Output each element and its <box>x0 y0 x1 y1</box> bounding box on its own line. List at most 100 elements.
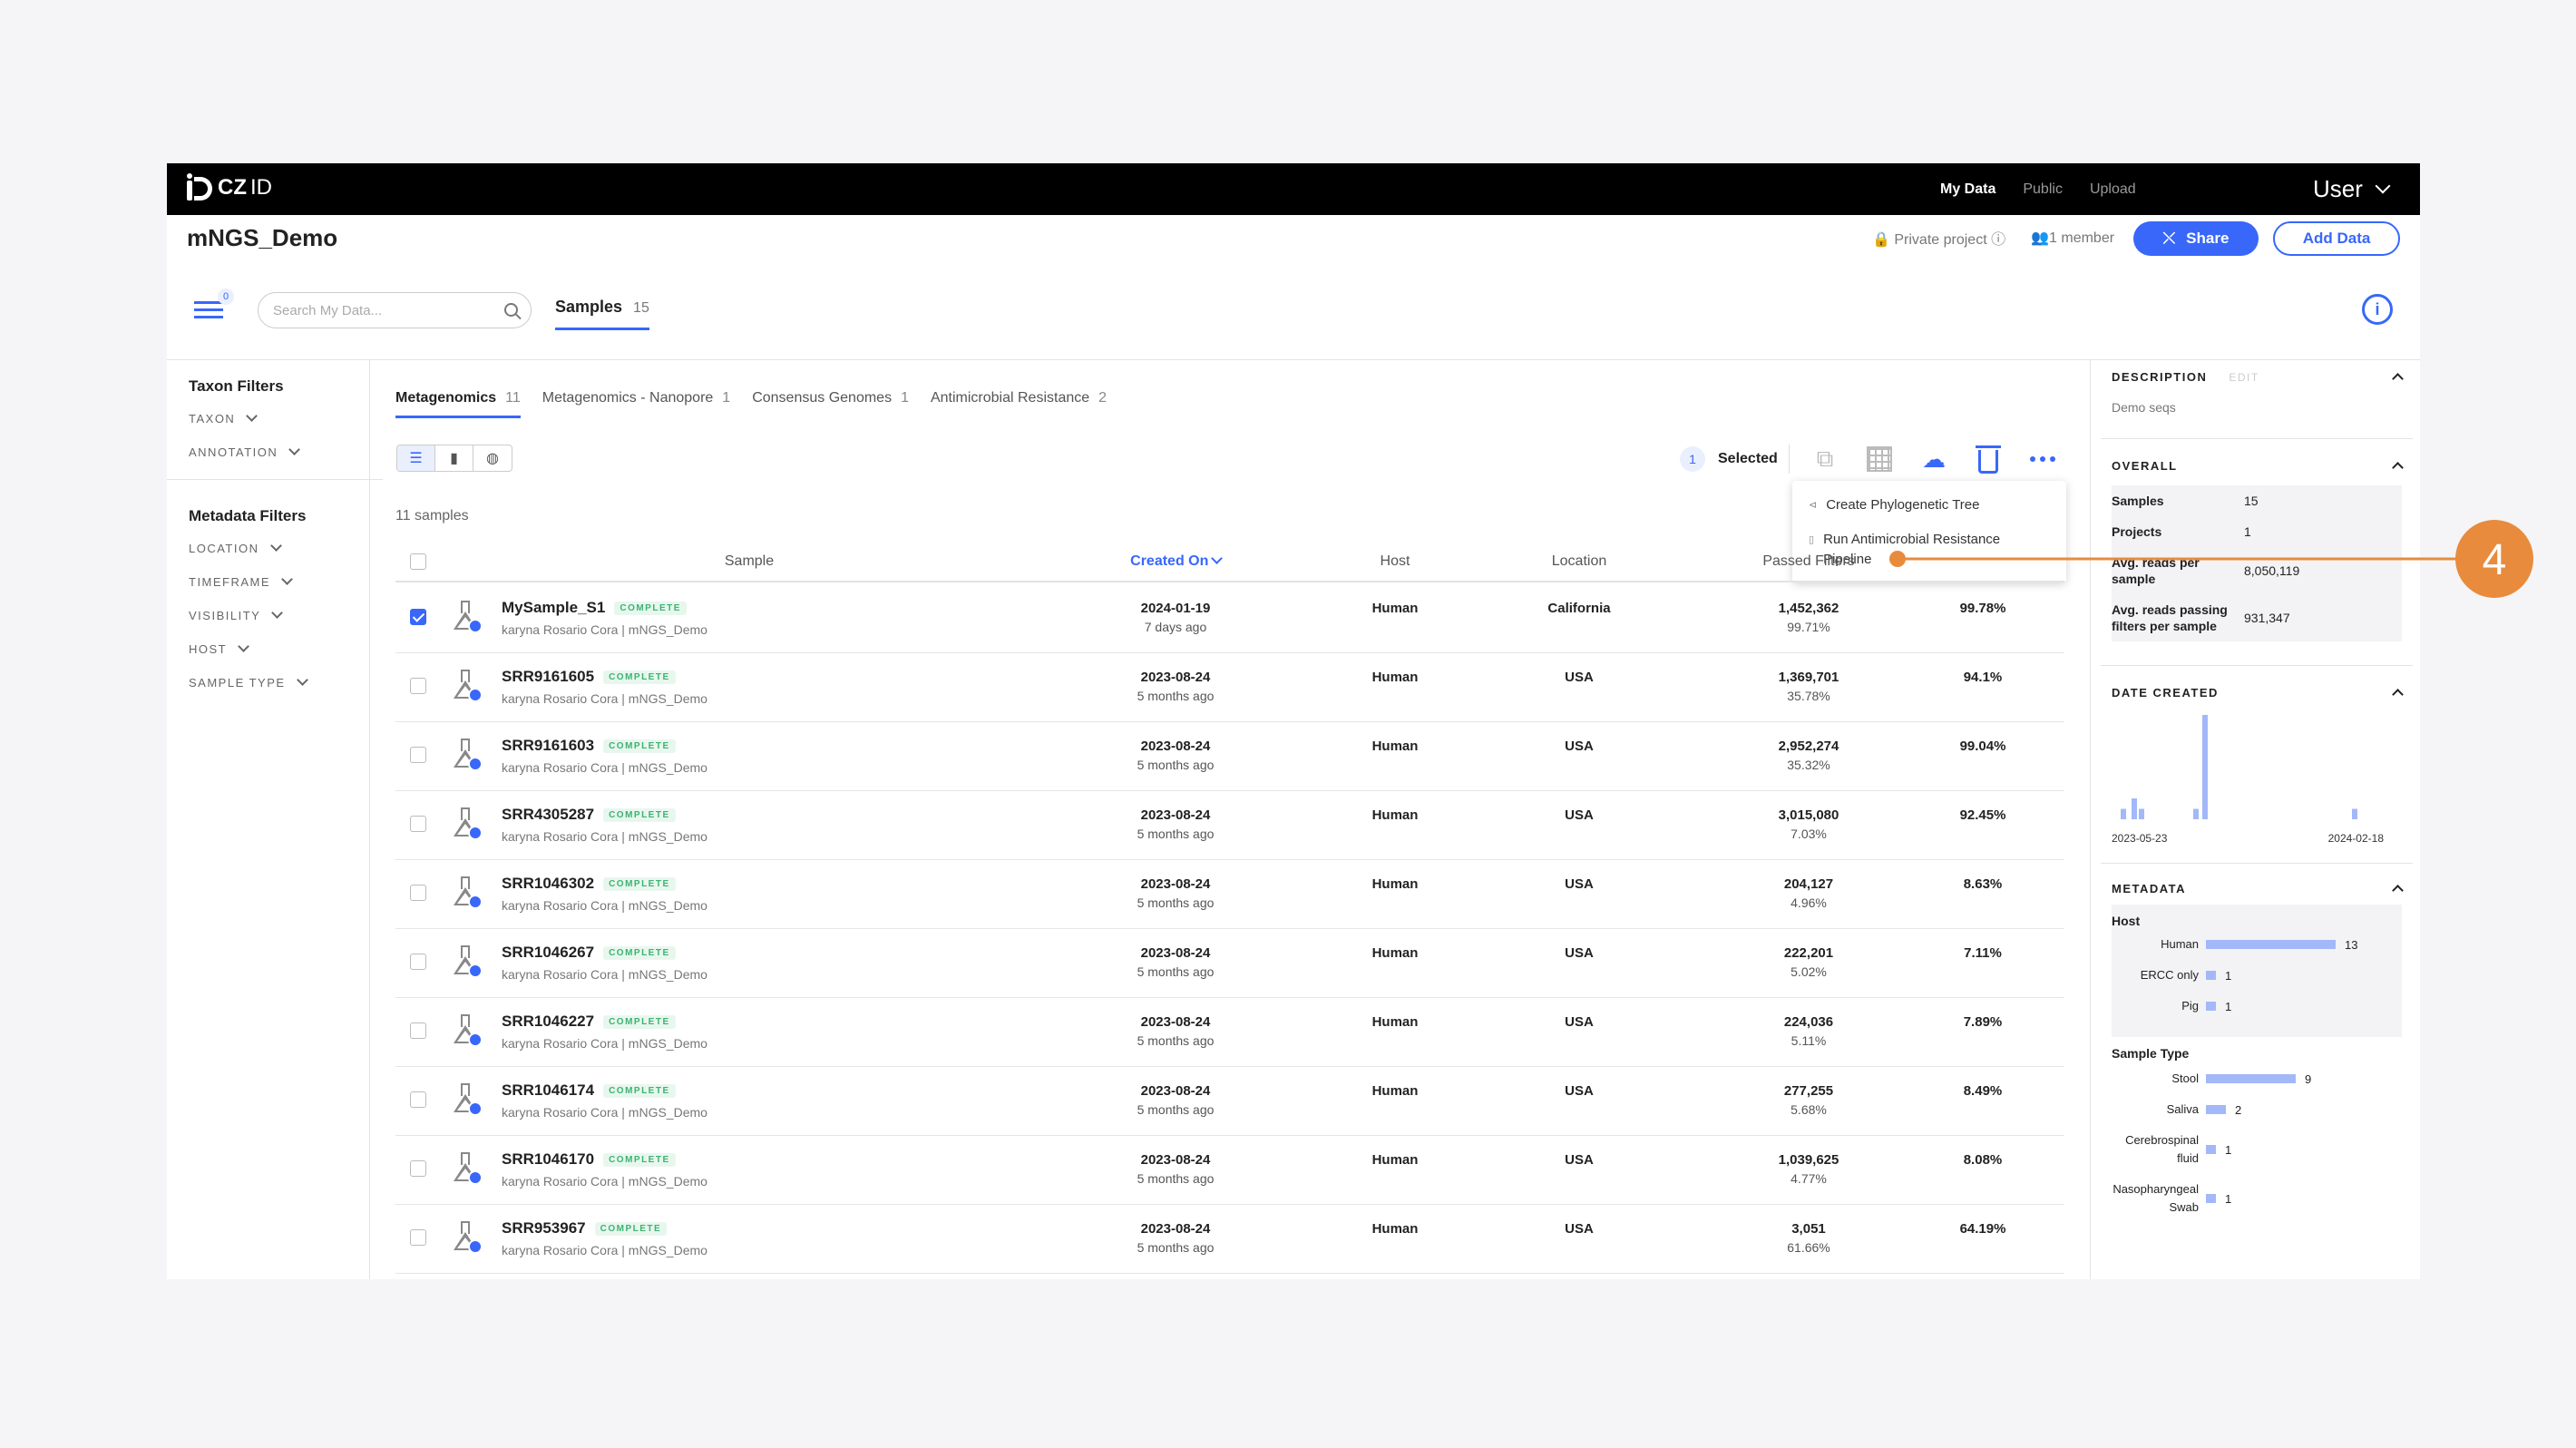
row-checkbox[interactable] <box>410 609 426 625</box>
sample-name[interactable]: SRR4305287 COMPLETE <box>502 806 676 824</box>
sample-table-rows: MySample_S1 COMPLETE karyna Rosario Cora |… <box>395 584 2064 1274</box>
row-checkbox[interactable] <box>410 816 426 832</box>
tab-samples[interactable]: Samples 15 <box>555 298 649 330</box>
heatmap-button[interactable] <box>1865 445 1894 474</box>
tab-antimicrobial-resistance[interactable]: Antimicrobial Resistance 2 <box>931 390 1107 418</box>
compare-icon[interactable]: ⧉ <box>1810 445 1839 474</box>
histogram-bar[interactable] <box>2352 808 2357 820</box>
histogram-bar[interactable] <box>2132 798 2137 819</box>
metadata-bar-row[interactable]: Human 13 <box>2112 935 2402 954</box>
metadata-section-header[interactable]: METADATA <box>2112 882 2404 896</box>
table-row[interactable]: SRR1046170 COMPLETE karyna Rosario Cora | … <box>395 1136 2064 1205</box>
bar-label: Human <box>2161 937 2199 951</box>
info-panel-toggle-icon[interactable]: i <box>2362 294 2393 325</box>
tab-metagenomics-nanopore[interactable]: Metagenomics - Nanopore 1 <box>542 390 730 418</box>
bar-chart-view-icon[interactable]: ▮ <box>435 445 473 471</box>
nav-public[interactable]: Public <box>2023 181 2063 198</box>
divider <box>167 359 2420 360</box>
table-row[interactable]: SRR953967 COMPLETE karyna Rosario Cora | m… <box>395 1205 2064 1274</box>
chevron-up-icon <box>2392 689 2404 700</box>
delete-button[interactable] <box>1974 445 2003 474</box>
sample-name[interactable]: SRR9161603 COMPLETE <box>502 737 676 755</box>
menu-item-create-phylogenetic-tree[interactable]: ⊲ Create Phylogenetic Tree <box>1809 495 2050 515</box>
sample-name[interactable]: SRR1046174 COMPLETE <box>502 1081 676 1100</box>
table-row[interactable]: SRR1046267 COMPLETE karyna Rosario Cora | … <box>395 929 2064 998</box>
table-row[interactable]: SRR1046302 COMPLETE karyna Rosario Cora | … <box>395 860 2064 929</box>
table-row[interactable]: SRR4305287 COMPLETE karyna Rosario Cora | … <box>395 791 2064 860</box>
selection-indicator: 1 Selected <box>1680 446 1778 472</box>
filter-taxon[interactable]: TAXON <box>189 410 361 426</box>
sample-name[interactable]: SRR9161605 COMPLETE <box>502 668 676 686</box>
metadata-bar-row[interactable]: Stool 9 <box>2112 1070 2402 1088</box>
row-checkbox[interactable] <box>410 954 426 970</box>
lock-icon <box>468 1101 483 1116</box>
filter-location[interactable]: LOCATION <box>189 540 361 555</box>
row-checkbox[interactable] <box>410 1022 426 1039</box>
table-row[interactable]: SRR9161605 COMPLETE karyna Rosario Cora | … <box>395 653 2064 722</box>
description-section-header[interactable]: DESCRIPTION EDIT <box>2112 370 2404 385</box>
tab-consensus-genomes[interactable]: Consensus Genomes 1 <box>752 390 909 418</box>
more-actions-button[interactable] <box>2028 445 2057 474</box>
metadata-bar-row[interactable]: Cerebrospinal fluid 1 <box>2112 1131 2402 1168</box>
table-row[interactable]: SRR1046174 COMPLETE karyna Rosario Cora | … <box>395 1067 2064 1136</box>
column-header-created-on[interactable]: Created On <box>1094 553 1257 570</box>
metadata-bar-row[interactable]: Saliva 2 <box>2112 1101 2402 1119</box>
row-checkbox[interactable] <box>410 885 426 901</box>
metric-cell: 7.11% <box>1964 945 2002 961</box>
sample-name[interactable]: SRR1046227 COMPLETE <box>502 1013 676 1031</box>
privacy-status[interactable]: 🔒 Private project ⓘ <box>1872 227 2005 249</box>
table-row[interactable]: MySample_S1 COMPLETE karyna Rosario Cora |… <box>395 584 2064 653</box>
row-checkbox[interactable] <box>410 1229 426 1246</box>
table-row[interactable]: SRR9161603 COMPLETE karyna Rosario Cora | … <box>395 722 2064 791</box>
row-checkbox[interactable] <box>410 1091 426 1108</box>
histogram-bar[interactable] <box>2121 808 2126 820</box>
members-link[interactable]: 👥1 member <box>2031 229 2114 247</box>
filter-annotation[interactable]: ANNOTATION <box>189 444 361 459</box>
date-created-section-header[interactable]: DATE CREATED <box>2112 686 2404 700</box>
add-data-button[interactable]: Add Data <box>2273 221 2400 256</box>
metadata-bar-row[interactable]: Nasopharyngeal Swab 1 <box>2112 1180 2402 1217</box>
tab-metagenomics[interactable]: Metagenomics 11 <box>395 390 521 418</box>
nav-upload[interactable]: Upload <box>2090 181 2136 198</box>
histogram-bar[interactable] <box>2193 808 2199 820</box>
row-checkbox[interactable] <box>410 747 426 763</box>
passed-filters-cell: 2,952,274 35.32% <box>1778 739 1839 772</box>
sample-name[interactable]: MySample_S1 COMPLETE <box>502 599 687 617</box>
histogram-bar[interactable] <box>2139 808 2144 820</box>
bar-value: 9 <box>2305 1071 2312 1086</box>
search-input[interactable]: Search My Data... <box>258 292 532 328</box>
overall-section-header[interactable]: OVERALL <box>2112 459 2404 474</box>
lock-icon <box>468 1239 483 1254</box>
row-checkbox[interactable] <box>410 678 426 694</box>
column-header-sample[interactable]: Sample <box>668 553 831 570</box>
sample-name[interactable]: SRR1046267 COMPLETE <box>502 944 676 962</box>
sample-name[interactable]: SRR1046170 COMPLETE <box>502 1150 676 1169</box>
download-cloud-icon[interactable]: ☁ <box>1919 445 1948 474</box>
flask-icon <box>452 599 483 635</box>
app-window: CZ ID My Data Public Upload User mNGS_Dem… <box>167 163 2420 1279</box>
filter-host[interactable]: HOST <box>189 641 361 656</box>
select-all-checkbox[interactable] <box>410 553 426 570</box>
column-header-passed-filters[interactable]: Passed Filters <box>1718 553 1899 570</box>
filter-timeframe[interactable]: TIMEFRAME <box>189 573 361 589</box>
logo[interactable]: CZ ID <box>187 173 272 202</box>
metadata-bar-row[interactable]: Pig 1 <box>2112 997 2402 1015</box>
sample-name[interactable]: SRR953967 COMPLETE <box>502 1219 668 1238</box>
row-checkbox[interactable] <box>410 1160 426 1177</box>
sample-name[interactable]: SRR1046302 COMPLETE <box>502 875 676 893</box>
created-on-cell: 2023-08-24 5 months ago <box>1137 945 1215 979</box>
list-view-icon[interactable]: ☰ <box>397 445 435 471</box>
column-header-host[interactable]: Host <box>1304 553 1486 570</box>
edit-description-link[interactable]: EDIT <box>2229 371 2259 384</box>
filter-visibility[interactable]: VISIBILITY <box>189 607 361 622</box>
nav-my-data[interactable]: My Data <box>1940 181 1995 198</box>
metadata-bar-row[interactable]: ERCC only 1 <box>2112 966 2402 984</box>
table-row[interactable]: SRR1046227 COMPLETE karyna Rosario Cora | … <box>395 998 2064 1067</box>
histogram-bar[interactable] <box>2202 715 2208 819</box>
globe-view-icon[interactable]: ◍ <box>473 445 512 471</box>
filter-sample-type[interactable]: SAMPLE TYPE <box>189 674 361 690</box>
column-header-location[interactable]: Location <box>1488 553 1670 570</box>
filter-toggle-button[interactable]: 0 <box>194 289 234 325</box>
user-menu[interactable]: User <box>2313 175 2391 203</box>
share-button[interactable]: ⤬ Share <box>2133 221 2259 256</box>
